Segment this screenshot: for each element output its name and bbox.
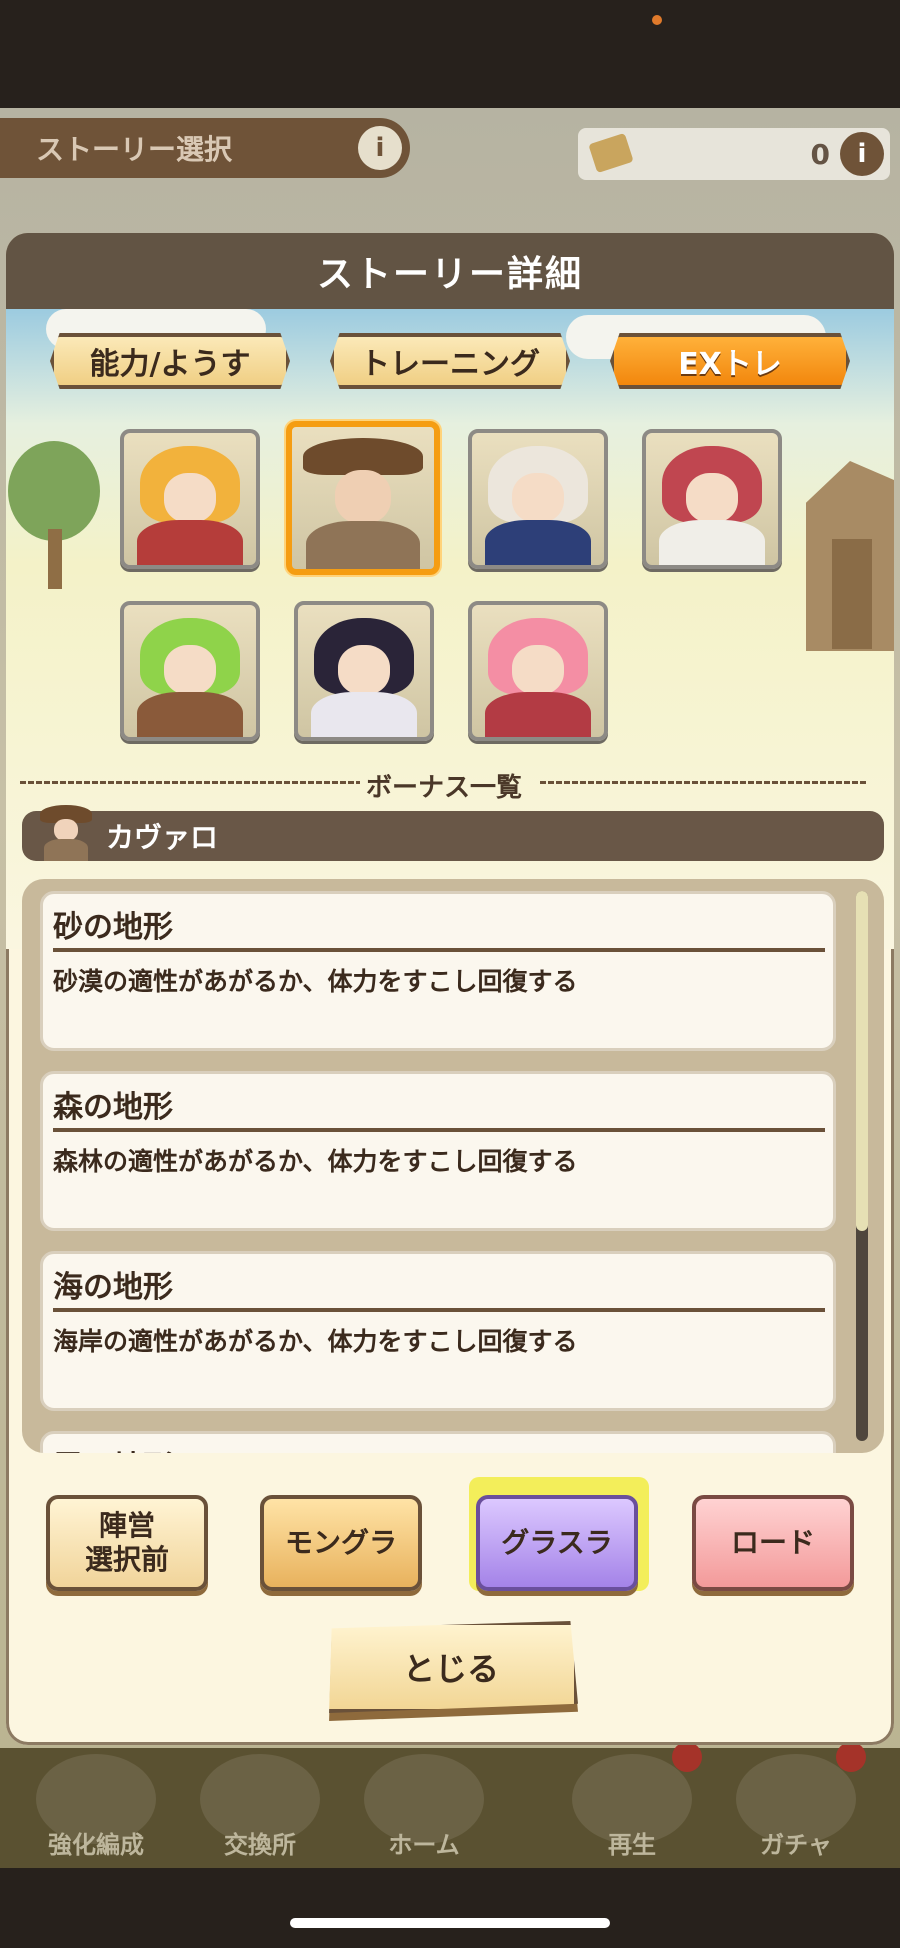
background-bottom-nav: 強化編成 交換所 ホーム 再生 ガチャ [0, 1742, 900, 1870]
camp-preselect-label: 陣営 選択前 [84, 1509, 169, 1576]
tab-label: トレーニング [360, 347, 540, 382]
background-story-select-header: ストーリー選択 i [0, 118, 410, 178]
nav-item-label: ガチャ [760, 1831, 832, 1859]
selected-character-bar: カヴァロ [22, 805, 884, 861]
body-shape [44, 839, 88, 861]
tab-ex-training[interactable]: EXトレ [610, 333, 850, 389]
face-shape [163, 644, 217, 695]
modal-title: ストーリー詳細 [316, 254, 583, 295]
bonus-card-title: 雪の地形 [53, 1442, 173, 1453]
status-indicator-dot [652, 15, 662, 25]
face-shape [511, 472, 565, 523]
bonus-card-description: 森林の適性があがるか、体力をすこし回復する [53, 1147, 578, 1176]
camp-preselect-button[interactable]: 陣営 選択前 [46, 1495, 208, 1591]
info-icon: i [358, 126, 402, 170]
body-shape [485, 520, 591, 565]
nav-item-replay: 再生 [562, 1742, 702, 1870]
character-portrait-2-selected[interactable] [286, 421, 440, 575]
nav-item-enhance: 強化編成 [26, 1748, 166, 1870]
bonus-card-description: 海岸の適性があがるか、体力をすこし回復する [53, 1327, 578, 1356]
tab-label: 能力/ようす [89, 347, 251, 382]
bonus-list-title: ボーナス一覧 [365, 773, 522, 803]
gurasura-label: グラスラ [501, 1526, 613, 1559]
character-portrait-5[interactable] [120, 601, 260, 741]
bonus-card-description: 砂漠の適性があがるか、体力をすこし回復する [53, 967, 578, 996]
gurasura-button[interactable]: グラスラ [476, 1495, 638, 1591]
face-shape [511, 644, 565, 695]
bottom-safe-area [0, 1868, 900, 1948]
tab-training[interactable]: トレーニング [330, 333, 570, 389]
bonus-card: 海の地形 海岸の適性があがるか、体力をすこし回復する [40, 1251, 836, 1411]
status-bar [0, 0, 900, 108]
ticket-count: 0 [810, 137, 830, 171]
tree-trunk-decoration [48, 529, 62, 589]
tab-label: EXトレ [678, 347, 782, 382]
nav-item-label: ホーム [388, 1831, 460, 1859]
barn-door-decoration [832, 539, 872, 649]
character-avatar [36, 801, 96, 861]
home-indicator[interactable] [290, 1918, 610, 1928]
bonus-card-title: 砂の地形 [53, 910, 173, 945]
close-button[interactable]: とじる [329, 1621, 578, 1713]
tree-decoration [8, 441, 100, 541]
bonus-card-divider [53, 948, 825, 952]
close-label: とじる [402, 1650, 499, 1688]
nav-item-exchange: 交換所 [190, 1748, 330, 1870]
background-story-select-label: ストーリー選択 [36, 133, 233, 166]
character-portrait-6[interactable] [294, 601, 434, 741]
nav-item-label: 再生 [608, 1831, 656, 1859]
notification-badge [836, 1742, 866, 1772]
bonus-card-divider [53, 1128, 825, 1132]
bonus-card-divider [53, 1308, 825, 1312]
bonus-list-panel[interactable]: 砂の地形 砂漠の適性があがるか、体力をすこし回復する 森の地形 森林の適性があが… [22, 879, 884, 1453]
mongura-label: モングラ [284, 1526, 397, 1559]
modal-header: ストーリー詳細 [6, 233, 894, 309]
body-shape [659, 520, 765, 565]
nav-item-home: ホーム [354, 1748, 494, 1870]
road-button[interactable]: ロード [692, 1495, 854, 1591]
bonus-card: 雪の地形 [40, 1431, 836, 1453]
bonus-list-divider: ボーナス一覧 [20, 767, 868, 803]
bonus-card: 砂の地形 砂漠の適性があがるか、体力をすこし回復する [40, 891, 836, 1051]
body-shape [137, 692, 243, 737]
road-label: ロード [730, 1526, 815, 1559]
nav-item-label: 交換所 [224, 1831, 296, 1859]
bonus-card-title: 森の地形 [53, 1090, 173, 1125]
face-shape [685, 472, 739, 523]
nav-item-gacha: ガチャ [726, 1742, 866, 1870]
info-icon: i [840, 132, 884, 176]
character-portrait-1[interactable] [120, 429, 260, 569]
nav-item-label: 強化編成 [48, 1831, 144, 1859]
body-shape [137, 520, 243, 565]
mongura-button[interactable]: モングラ [260, 1495, 422, 1591]
body-shape [306, 520, 420, 569]
body-shape [311, 692, 417, 737]
face-shape [54, 819, 78, 841]
divider-line-right [540, 781, 868, 784]
notification-badge [672, 1742, 702, 1772]
bonus-card: 森の地形 森林の適性があがるか、体力をすこし回復する [40, 1071, 836, 1231]
bonus-list-scrollbar-thumb[interactable] [856, 891, 868, 1231]
character-portrait-3[interactable] [468, 429, 608, 569]
selected-character-name: カヴァロ [106, 821, 219, 854]
tab-ability[interactable]: 能力/ようす [50, 333, 290, 389]
bonus-card-title: 海の地形 [53, 1270, 173, 1305]
body-shape [485, 692, 591, 737]
character-portrait-4[interactable] [642, 429, 782, 569]
background-ticket-counter: 0 i [578, 128, 890, 180]
face-shape [337, 644, 391, 695]
face-shape [334, 469, 392, 524]
face-shape [163, 472, 217, 523]
story-detail-modal: ストーリー詳細 能力/ようす トレーニング EXトレ ボーナス一覧 カヴァロ 砂… [6, 233, 894, 1745]
character-portrait-7[interactable] [468, 601, 608, 741]
ticket-icon [588, 132, 634, 174]
